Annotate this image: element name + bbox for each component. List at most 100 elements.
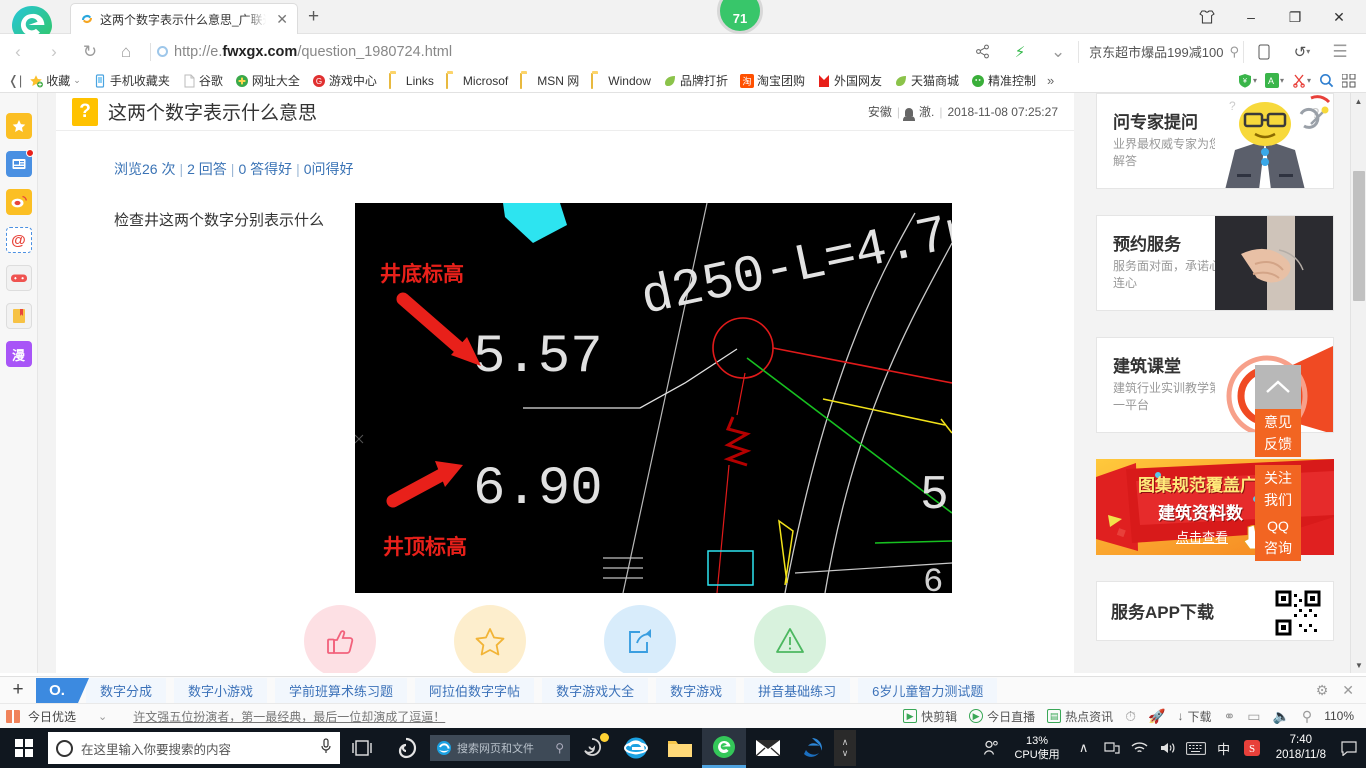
daily-pick-label[interactable]: 今日优选 (28, 708, 76, 725)
browser-search-box[interactable]: 京东超市爆品199减100 ⚲ (1078, 40, 1244, 63)
cad-drawing-image[interactable]: d250-L=4.7m-0 5.57 6.90 5 6 井底标高 井顶标高 (355, 203, 952, 593)
lightning-icon[interactable]: ⚡ (1002, 37, 1038, 67)
money-shield-icon[interactable]: ¥ ▾ (1238, 73, 1257, 88)
search-icon[interactable]: ⚲ (1229, 44, 1239, 60)
people-icon[interactable] (976, 728, 1004, 768)
bookmark-window[interactable]: Window (586, 72, 656, 89)
start-button[interactable] (0, 728, 48, 768)
chevron-down-icon[interactable]: ⌄ (73, 75, 81, 86)
rail-weibo-icon[interactable] (5, 189, 32, 215)
hot-item-3[interactable]: 阿拉伯数字字帖 (415, 677, 535, 703)
status-news-link[interactable]: 许文强五位扮演者，第一最经典，最后一位却演成了逗逼！ (133, 708, 445, 725)
qq-consult-button[interactable]: QQ 咨询 (1255, 513, 1301, 561)
bookmark-favorites[interactable]: 收藏 ⌄ (24, 71, 86, 90)
spiral-bell-icon[interactable] (570, 728, 614, 768)
hot-item-2[interactable]: 学前班算术练习题 (275, 677, 408, 703)
bookmarks-prev-icon[interactable]: ❬| (8, 73, 22, 89)
translate-icon[interactable]: A ▾ (1264, 73, 1284, 88)
mobile-view-icon[interactable] (1246, 37, 1282, 67)
stat-views[interactable]: 浏览26 次 (114, 161, 175, 177)
bookmark-msn[interactable]: MSN 网 (515, 71, 584, 90)
notification-icon[interactable] (1336, 728, 1362, 768)
promo-appointment-service[interactable]: 预约服务 服务面对面，承诺心连心 (1096, 215, 1334, 311)
like-button[interactable] (304, 605, 376, 673)
shield-icon[interactable]: ⚭ (1224, 708, 1236, 725)
cortana-swirl-icon[interactable] (384, 728, 428, 768)
add-hotword-button[interactable]: + (2, 677, 34, 704)
volume-icon[interactable] (1154, 728, 1182, 768)
app-download-box[interactable]: 服务APP下载 (1096, 581, 1334, 641)
download-tool[interactable]: ↓ 下载 (1178, 708, 1212, 725)
ime-indicator[interactable]: 中 (1210, 728, 1238, 768)
rail-bookmark-icon[interactable] (5, 303, 32, 329)
screen-icon[interactable] (1098, 728, 1126, 768)
skin-icon[interactable] (1186, 2, 1228, 32)
bookmark-precise-control[interactable]: 精准控制 (966, 71, 1041, 90)
gear-icon[interactable]: ⚙ (1316, 682, 1329, 699)
zoom-level[interactable]: 110% (1324, 709, 1354, 723)
site-info-icon[interactable] (157, 46, 168, 57)
tab-close-icon[interactable]: ✕ (271, 11, 293, 28)
hot-item-6[interactable]: 拼音基础练习 (744, 677, 851, 703)
rail-favorites-star-icon[interactable] (5, 113, 32, 139)
apps-grid-icon[interactable] (1342, 73, 1356, 88)
address-bar[interactable]: http://e.fwxgx.com/question_1980724.html (157, 44, 964, 60)
stat-good-answers[interactable]: 0 答得好 (238, 161, 292, 177)
banner-cta[interactable]: 点击查看 (1176, 527, 1228, 546)
page-scrollbar[interactable]: ▲ ▼ (1350, 93, 1366, 673)
wifi-icon[interactable] (1126, 728, 1154, 768)
share-button[interactable] (604, 605, 676, 673)
live-today-tool[interactable]: ▶ 今日直播 (969, 708, 1035, 725)
bookmark-google[interactable]: 谷歌 (177, 71, 228, 90)
reload-icon[interactable]: ↻ (72, 37, 108, 67)
hot-news-tool[interactable]: ▤ 热点资讯 (1047, 708, 1113, 725)
chevron-down-icon[interactable]: ⌄ (1040, 37, 1076, 67)
bookmark-brand-discount[interactable]: 品牌打折 (658, 71, 733, 90)
stat-answers[interactable]: 2 回答 (187, 161, 227, 177)
score-badge[interactable]: 71 (717, 0, 763, 34)
taskbar-overflow-arrows[interactable]: ∧ ∨ (834, 730, 856, 766)
follow-us-button[interactable]: 关注 我们 (1255, 465, 1301, 513)
close-icon[interactable]: ✕ (1342, 682, 1354, 699)
taskbar-clock[interactable]: 7:40 2018/11/8 (1266, 733, 1336, 763)
promo-ask-expert[interactable]: 问专家提问 业界最权威专家为您解答 ? ? (1096, 93, 1334, 189)
360-browser-icon[interactable] (702, 728, 746, 768)
volume-icon[interactable]: 🔈 (1272, 708, 1289, 725)
history-icon[interactable]: ↺ ▾ (1284, 37, 1320, 67)
rail-game-pad-icon[interactable] (5, 265, 32, 291)
quick-edit-tool[interactable]: ▶ 快剪辑 (903, 708, 957, 725)
search-icon[interactable]: ⚲ (555, 741, 564, 755)
hot-item-1[interactable]: 数字小游戏 (174, 677, 268, 703)
report-button[interactable] (754, 605, 826, 673)
internet-explorer-icon[interactable] (614, 728, 658, 768)
bookmarks-overflow-icon[interactable]: » (1047, 73, 1054, 88)
favorite-button[interactable] (454, 605, 526, 673)
bookmark-microsoft[interactable]: Microsof (441, 72, 513, 89)
hot-item-7[interactable]: 6岁儿童智力测试题 (858, 677, 998, 703)
rail-at-mention-icon[interactable]: @ (5, 227, 32, 253)
bookmark-mobile-favorites[interactable]: 手机收藏夹 (88, 71, 175, 90)
hot-item-0[interactable]: 数字分成 (86, 677, 167, 703)
browser-tab[interactable]: 这两个数字表示什么意思_广联达 ✕ (70, 3, 298, 34)
magnifier-icon[interactable] (1319, 73, 1334, 88)
menu-icon[interactable]: ☰ (1322, 37, 1358, 67)
feedback-button[interactable]: 意见 反馈 (1255, 409, 1301, 457)
stat-good-questions[interactable]: 0问得好 (304, 161, 354, 177)
bookmark-links[interactable]: Links (384, 72, 439, 89)
scrollbar-thumb[interactable] (1353, 171, 1365, 301)
tablet-icon[interactable]: ▭ (1247, 708, 1260, 725)
scissors-icon[interactable]: ▾ (1292, 73, 1311, 88)
hot-item-4[interactable]: 数字游戏大全 (542, 677, 649, 703)
back-icon[interactable]: ‹ (0, 37, 36, 67)
minimize-button[interactable]: – (1230, 2, 1272, 32)
rocket-icon[interactable]: 🚀 (1148, 708, 1165, 725)
cpu-usage-indicator[interactable]: 13% CPU使用 (1004, 734, 1069, 762)
mic-icon[interactable] (320, 737, 332, 759)
scroll-up-arrow-icon[interactable]: ▲ (1351, 93, 1366, 109)
search-engine-logo[interactable]: O. (36, 677, 89, 703)
new-tab-button[interactable]: + (308, 6, 319, 28)
scroll-down-arrow-icon[interactable]: ▼ (1351, 657, 1366, 673)
share-icon[interactable] (964, 37, 1000, 67)
keyboard-icon[interactable] (1182, 728, 1210, 768)
search-icon[interactable]: ⚲ (1302, 708, 1312, 725)
